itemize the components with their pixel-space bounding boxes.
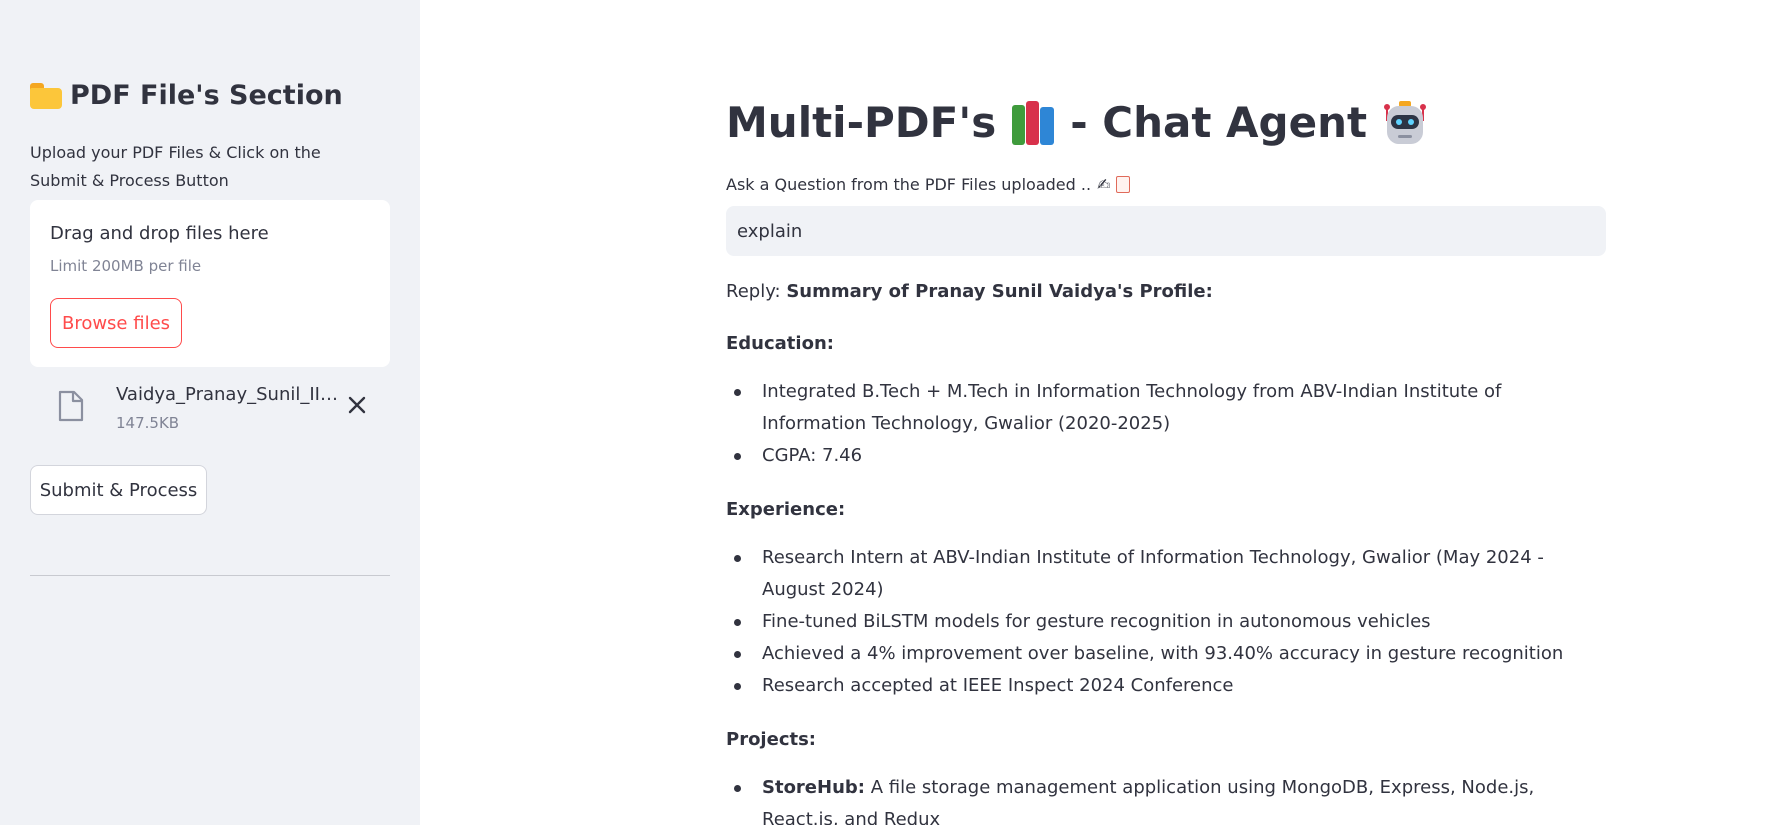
question-input[interactable] bbox=[726, 206, 1606, 256]
experience-list: Research Intern at ABV-Indian Institute … bbox=[726, 542, 1606, 702]
list-item: Achieved a 4% improvement over baseline,… bbox=[726, 638, 1606, 670]
experience-item-text: Research Intern at ABV-Indian Institute … bbox=[762, 547, 1544, 600]
main-content: Multi-PDF's - Chat Agent Ask a Question … bbox=[726, 0, 1606, 825]
robot-icon bbox=[1384, 100, 1427, 144]
list-item: Integrated B.Tech + M.Tech in Informatio… bbox=[726, 376, 1606, 440]
projects-heading: Projects: bbox=[726, 729, 816, 750]
project-text: A file storage management application us… bbox=[762, 777, 1535, 825]
list-item: CGPA: 7.46 bbox=[726, 440, 1606, 472]
sidebar-title-text: PDF File's Section bbox=[70, 80, 343, 111]
experience-item-text: Research accepted at IEEE Inspect 2024 C… bbox=[762, 675, 1234, 696]
page-title: Multi-PDF's - Chat Agent bbox=[726, 98, 1429, 147]
memo-icon bbox=[1116, 176, 1131, 193]
projects-list: StoreHub: A file storage management appl… bbox=[726, 772, 1606, 825]
books-icon bbox=[1010, 100, 1056, 145]
question-label: Ask a Question from the PDF Files upload… bbox=[726, 175, 1131, 194]
file-name: Vaidya_Pranay_Sunil_III... bbox=[116, 384, 338, 405]
uploaded-file-item: Vaidya_Pranay_Sunil_III... 147.5KB bbox=[58, 384, 378, 436]
reply-heading: Summary of Pranay Sunil Vaidya's Profile… bbox=[786, 281, 1213, 302]
browse-files-button[interactable]: Browse files bbox=[50, 298, 182, 348]
reply-header: Reply: Summary of Pranay Sunil Vaidya's … bbox=[726, 278, 1606, 306]
list-item: Research accepted at IEEE Inspect 2024 C… bbox=[726, 670, 1606, 702]
file-dropzone[interactable]: Drag and drop files here Limit 200MB per… bbox=[30, 200, 390, 367]
sidebar-title: PDF File's Section bbox=[30, 80, 343, 111]
sidebar-divider bbox=[30, 575, 390, 576]
writing-hand-icon: ✍ bbox=[1097, 175, 1111, 194]
submit-process-button[interactable]: Submit & Process bbox=[30, 465, 207, 515]
dropzone-limit: Limit 200MB per file bbox=[50, 257, 202, 275]
dropzone-instruction: Drag and drop files here bbox=[50, 223, 269, 244]
experience-item-text: Achieved a 4% improvement over baseline,… bbox=[762, 643, 1564, 664]
list-item: Research Intern at ABV-Indian Institute … bbox=[726, 542, 1606, 606]
reply-block: Reply: Summary of Pranay Sunil Vaidya's … bbox=[726, 278, 1606, 825]
list-item: StoreHub: A file storage management appl… bbox=[726, 772, 1606, 825]
reply-prefix: Reply: bbox=[726, 281, 781, 302]
file-icon bbox=[58, 390, 84, 422]
education-item-text: Integrated B.Tech + M.Tech in Informatio… bbox=[762, 381, 1502, 434]
question-label-text: Ask a Question from the PDF Files upload… bbox=[726, 175, 1092, 194]
education-item-text: CGPA: 7.46 bbox=[762, 445, 863, 466]
project-name: StoreHub: bbox=[762, 777, 865, 798]
education-list: Integrated B.Tech + M.Tech in Informatio… bbox=[726, 376, 1606, 472]
education-heading: Education: bbox=[726, 333, 834, 354]
experience-heading: Experience: bbox=[726, 499, 846, 520]
sidebar-description: Upload your PDF Files & Click on the Sub… bbox=[30, 143, 321, 190]
file-size: 147.5KB bbox=[116, 414, 180, 432]
folder-icon bbox=[30, 82, 62, 109]
experience-item-text: Fine-tuned BiLSTM models for gesture rec… bbox=[762, 611, 1431, 632]
page-title-part2: - Chat Agent bbox=[1070, 98, 1368, 147]
list-item: Fine-tuned BiLSTM models for gesture rec… bbox=[726, 606, 1606, 638]
page-title-part1: Multi-PDF's bbox=[726, 98, 997, 147]
sidebar: PDF File's Section Upload your PDF Files… bbox=[0, 0, 420, 825]
close-icon[interactable] bbox=[348, 396, 366, 414]
